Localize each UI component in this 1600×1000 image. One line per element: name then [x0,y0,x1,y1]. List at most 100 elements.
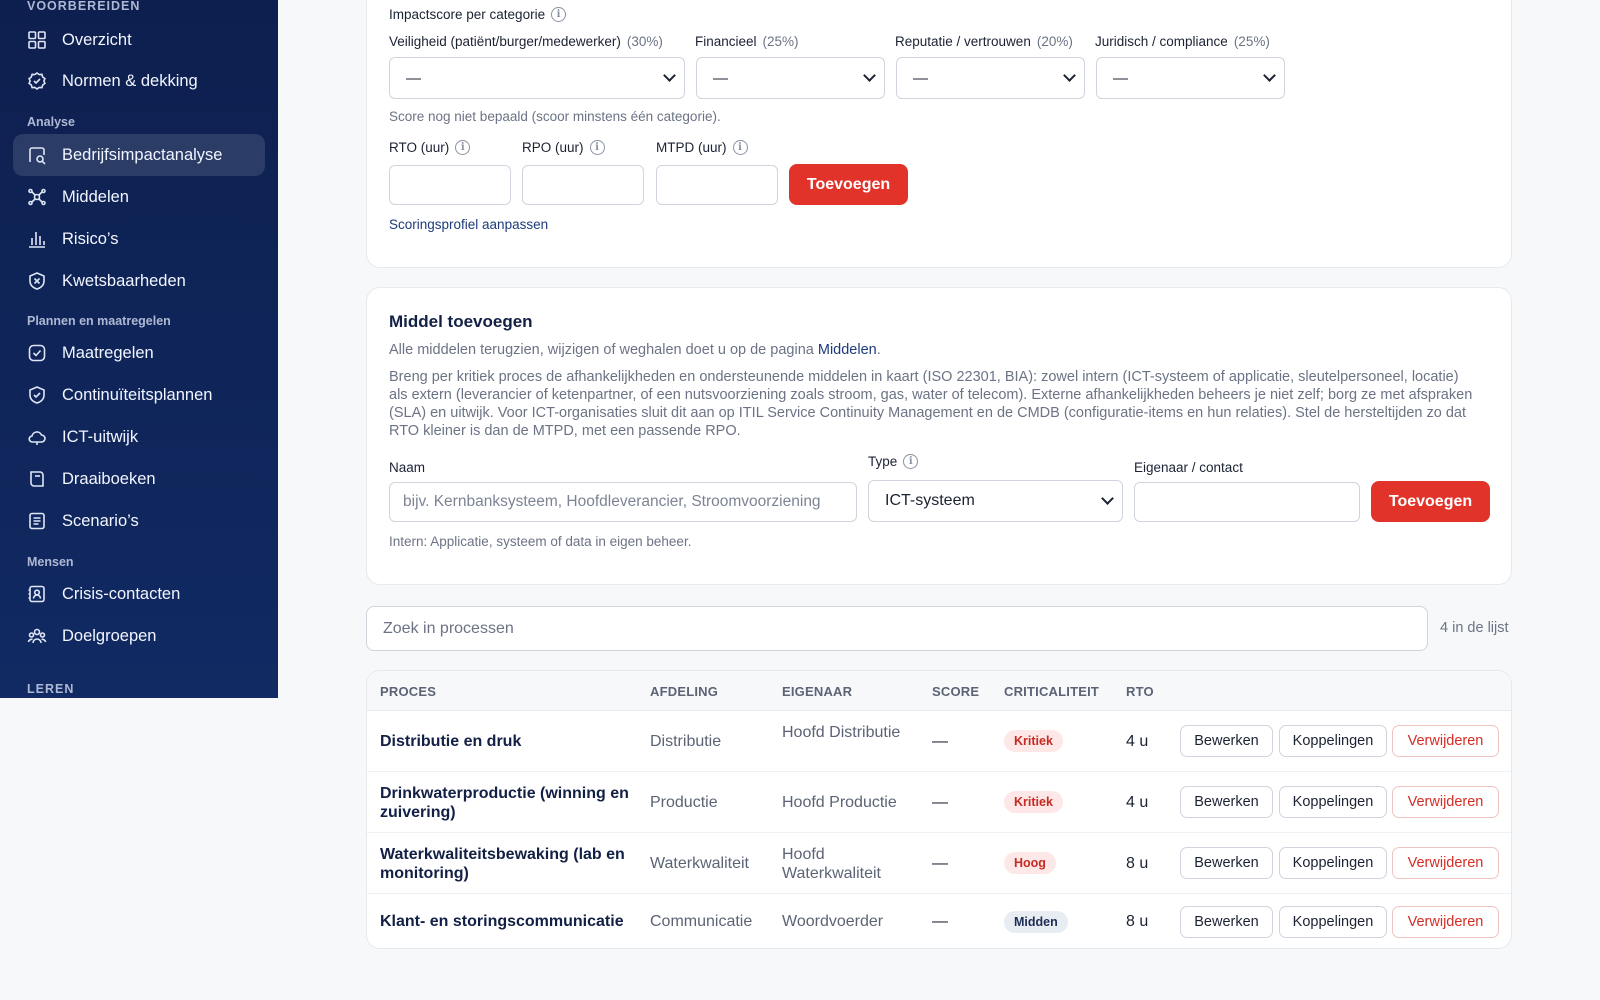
scoring-profile-link[interactable]: Scoringsprofiel aanpassen [389,217,548,232]
sidebar-item-overzicht[interactable]: Overzicht [13,19,265,61]
links-button[interactable]: Koppelingen [1279,786,1387,818]
sidebar-item-label: Crisis-contacten [62,584,181,603]
type-label: Type i [868,454,919,469]
process-table: PROCES AFDELING EIGENAAR SCORE CRITICALI… [366,670,1512,949]
list-icon [27,511,47,531]
header-eigenaar[interactable]: EIGENAAR [782,684,852,699]
sidebar-item-label: Doelgroepen [62,626,157,645]
header-criticaliteit[interactable]: CRITICALITEIT [1004,684,1099,699]
search-input[interactable] [366,606,1428,651]
cell-proces[interactable]: Distributie en druk [380,732,521,751]
cell-proces[interactable]: Waterkwaliteitsbewaking (lab en monitori… [380,845,630,883]
name-label: Naam [389,460,426,475]
cell-rto: 4 u [1126,733,1149,750]
sidebar-item-label: Kwetsbaarheden [62,271,186,290]
sidebar-item-risicos[interactable]: Risico’s [13,218,265,260]
name-input[interactable] [389,482,857,522]
card-title: Middel toevoegen [389,312,533,331]
cell-score: — [932,855,948,872]
cell-afdeling: Communicatie [650,913,753,930]
delete-button[interactable]: Verwijderen [1392,786,1499,818]
sidebar-item-normen[interactable]: Normen & dekking [13,60,265,102]
info-icon[interactable]: i [551,7,567,22]
sidebar-item-maatregelen[interactable]: Maatregelen [13,332,265,374]
sidebar-item-crisis-contacten[interactable]: Crisis-contacten [13,573,265,615]
sidebar-item-scenarios[interactable]: Scenario’s [13,500,265,542]
type-hint: Intern: Applicatie, systeem of data in e… [389,534,692,549]
cell-afdeling: Waterkwaliteit [650,855,749,872]
middelen-link[interactable]: Middelen [818,342,877,358]
owner-label: Eigenaar / contact [1134,460,1243,475]
middel-intro: Alle middelen terugzien, wijzigen of weg… [389,342,881,358]
info-icon[interactable]: i [732,140,748,155]
sidebar-item-draaiboeken[interactable]: Draaiboeken [13,458,265,500]
delete-button[interactable]: Verwijderen [1392,725,1499,757]
category-label-juridisch: Juridisch / compliance (25%) [1095,34,1270,49]
edit-button[interactable]: Bewerken [1180,847,1273,879]
sidebar-item-bedrijfsimpactanalyse[interactable]: Bedrijfsimpactanalyse [13,134,265,176]
table-header: PROCES AFDELING EIGENAAR SCORE CRITICALI… [367,671,1511,711]
links-button[interactable]: Koppelingen [1279,906,1387,938]
impact-analysis-icon [27,145,47,165]
header-afdeling[interactable]: AFDELING [650,684,718,699]
delete-button[interactable]: Verwijderen [1392,847,1499,879]
add-impact-button[interactable]: Toevoegen [789,164,908,205]
sidebar-item-middelen[interactable]: Middelen [13,176,265,218]
cell-eigenaar: Hoofd Distributie [782,724,901,741]
mtpd-input[interactable] [656,165,778,205]
owner-input[interactable] [1134,482,1360,522]
cell-score: — [932,733,948,750]
middel-toevoegen-card: Middel toevoegen Alle middelen terugzien… [366,287,1512,585]
edit-button[interactable]: Bewerken [1180,786,1273,818]
select-reputatie[interactable]: — [896,57,1085,99]
sidebar-item-continuiteitsplannen[interactable]: Continuïteitsplannen [13,374,265,416]
add-middel-button[interactable]: Toevoegen [1371,481,1490,522]
table-row: Drinkwaterproductie (winning en zuiverin… [367,772,1511,833]
header-rto[interactable]: RTO [1126,684,1154,699]
select-juridisch[interactable]: — [1096,57,1285,99]
cell-score: — [932,794,948,811]
cloud-icon [27,427,47,447]
type-select[interactable]: ICT-systeem [868,480,1123,522]
rpo-input[interactable] [522,165,644,205]
chevron-down-icon [663,69,676,82]
cell-afdeling: Productie [650,794,718,811]
links-button[interactable]: Koppelingen [1279,725,1387,757]
cell-proces[interactable]: Klant- en storingscommunicatie [380,912,624,931]
network-icon [27,187,47,207]
header-proces[interactable]: PROCES [380,684,436,699]
sidebar-item-ict-uitwijk[interactable]: ICT-uitwijk [13,416,265,458]
info-icon[interactable]: i [903,454,919,469]
cell-rto: 4 u [1126,794,1149,811]
list-count: 4 in de lijst [1440,620,1509,636]
sidebar-section-analyse: Analyse [27,115,75,129]
chevron-down-icon [1263,69,1276,82]
bar-chart-icon [27,229,47,249]
cell-eigenaar: Woordvoerder [782,913,884,930]
sidebar-item-doelgroepen[interactable]: Doelgroepen [13,615,265,657]
sidebar-item-kwetsbaarheden[interactable]: Kwetsbaarheden [13,260,265,302]
rto-input[interactable] [389,165,511,205]
table-row: Klant- en storingscommunicatie Communica… [367,894,1511,948]
status-badge: Kritiek [1004,791,1063,813]
delete-button[interactable]: Verwijderen [1392,906,1499,938]
info-icon[interactable]: i [455,140,471,155]
rpo-label: RPO (uur) i [522,140,605,155]
header-score[interactable]: SCORE [932,684,979,699]
category-label-reputatie: Reputatie / vertrouwen (20%) [895,34,1073,49]
table-row: Waterkwaliteitsbewaking (lab en monitori… [367,833,1511,894]
edit-button[interactable]: Bewerken [1180,906,1273,938]
contact-card-icon [27,584,47,604]
sidebar-item-label: Scenario’s [62,511,139,530]
cell-rto: 8 u [1126,855,1149,872]
cell-proces[interactable]: Drinkwaterproductie (winning en zuiverin… [380,784,630,822]
cell-afdeling: Distributie [650,733,722,750]
select-financieel[interactable]: — [696,57,885,99]
links-button[interactable]: Koppelingen [1279,847,1387,879]
rto-label: RTO (uur) i [389,140,471,155]
chevron-down-icon [863,69,876,82]
sidebar-item-label: Continuïteitsplannen [62,385,213,404]
edit-button[interactable]: Bewerken [1180,725,1273,757]
select-veiligheid[interactable]: — [389,57,685,99]
info-icon[interactable]: i [589,140,605,155]
